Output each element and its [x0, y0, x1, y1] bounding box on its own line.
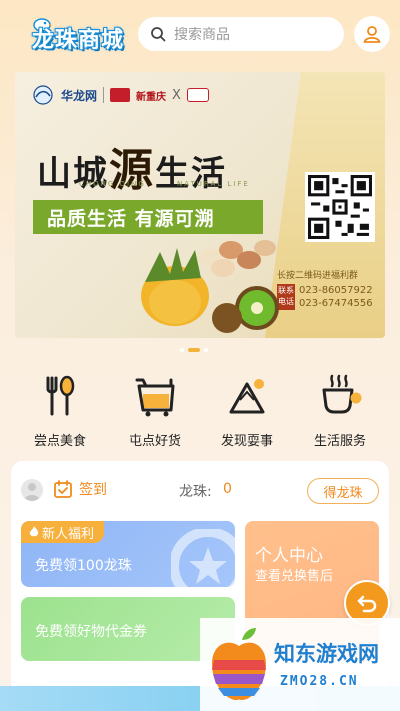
- signin-button[interactable]: 签到: [53, 479, 107, 499]
- search-placeholder: 搜索商品: [174, 27, 230, 43]
- partner-logo-icon: [186, 88, 209, 102]
- welfare-tag-label: 新人福利: [42, 526, 95, 542]
- search-input[interactable]: 搜索商品: [138, 17, 344, 51]
- promo-banner[interactable]: 华龙网 新重庆 X 山城源生活 CHONG QING NATURAL LIFE …: [15, 72, 385, 338]
- site-watermark: 知东游戏网 ZMO28.CN: [200, 618, 400, 711]
- avatar-icon: [24, 483, 40, 501]
- return-arrow-icon: [357, 595, 377, 613]
- coin-balance: 0: [223, 481, 232, 497]
- fork-spoon-icon: [46, 375, 75, 416]
- banner-title-part1: 山城: [37, 154, 109, 194]
- qr-code-icon: [305, 172, 375, 242]
- nav-label-service: 生活服务: [313, 434, 366, 449]
- header: 龙珠商城 搜索商品: [0, 0, 400, 70]
- user-icon: [363, 26, 381, 43]
- nav-item-food[interactable]: 尝点美食: [20, 372, 100, 449]
- personal-center-title: 个人中心: [255, 546, 323, 566]
- coin-label: 龙珠:: [179, 484, 212, 500]
- mountain-icon: [229, 379, 265, 414]
- carousel-dot[interactable]: [180, 348, 184, 352]
- nav-item-goods[interactable]: 屯点好货: [115, 372, 195, 449]
- banner-brand-row: 华龙网 新重庆 X: [31, 84, 209, 106]
- category-nav: 尝点美食 屯点好货 发现耍事 生活服务: [0, 372, 400, 449]
- banner-title-big: 源: [109, 145, 155, 196]
- coffee-cup-icon: [322, 374, 362, 414]
- logo-text: 龙珠商城: [32, 28, 125, 53]
- calendar-check-icon: [54, 480, 72, 498]
- app-logo[interactable]: 龙珠商城: [14, 10, 126, 56]
- search-icon: [151, 27, 166, 42]
- brand-xinchongqing: 新重庆: [136, 91, 167, 103]
- welfare-tag: 新人福利: [21, 521, 105, 543]
- food-illustration-icon: [141, 240, 279, 333]
- nav-item-discover[interactable]: 发现耍事: [207, 372, 287, 449]
- welfare-text: 免费领100龙珠: [35, 558, 132, 574]
- watermark-site-name: 知东游戏网: [274, 642, 379, 666]
- contact-phone-2: 023-67474556: [299, 298, 373, 309]
- contact-phone-1: 023-86057922: [299, 285, 373, 296]
- newbie-welfare-card[interactable]: 新人福利 免费领100龙珠: [21, 521, 235, 587]
- nav-label-food: 尝点美食: [33, 434, 86, 449]
- banner-title: 山城源生活: [37, 134, 227, 198]
- watermark-url: ZMO28.CN: [280, 674, 359, 689]
- banner-subtitle-left: CHONG QING: [79, 180, 146, 188]
- nav-label-goods: 屯点好货: [128, 434, 181, 449]
- carousel-indicator: [180, 348, 208, 352]
- get-coin-button[interactable]: 得龙珠: [307, 478, 379, 504]
- carousel-dot[interactable]: [204, 348, 208, 352]
- divider: [103, 87, 105, 103]
- carousel-dot-active[interactable]: [188, 348, 200, 352]
- nav-label-discover: 发现耍事: [220, 434, 273, 449]
- times-sign: X: [172, 87, 181, 103]
- xinchongqing-logo-icon: [110, 88, 131, 102]
- cart-icon: [135, 378, 175, 417]
- banner-subtitle-right: NATURAL LIFE: [177, 180, 250, 188]
- star-badge-icon: [171, 529, 235, 587]
- apple-logo-icon: [212, 628, 266, 700]
- banner-title-part2: 生活: [155, 154, 227, 194]
- flame-icon: [29, 526, 39, 537]
- signin-label: 签到: [79, 482, 107, 498]
- user-profile-button[interactable]: [354, 16, 390, 52]
- nav-item-service[interactable]: 生活服务: [300, 372, 380, 449]
- hualong-logo-icon: [33, 85, 53, 105]
- voucher-text: 免费领好物代金券: [35, 624, 147, 640]
- personal-center-subtitle: 查看兑换售后: [255, 569, 334, 584]
- avatar[interactable]: [21, 479, 43, 501]
- brand-hualong: 华龙网: [61, 88, 98, 103]
